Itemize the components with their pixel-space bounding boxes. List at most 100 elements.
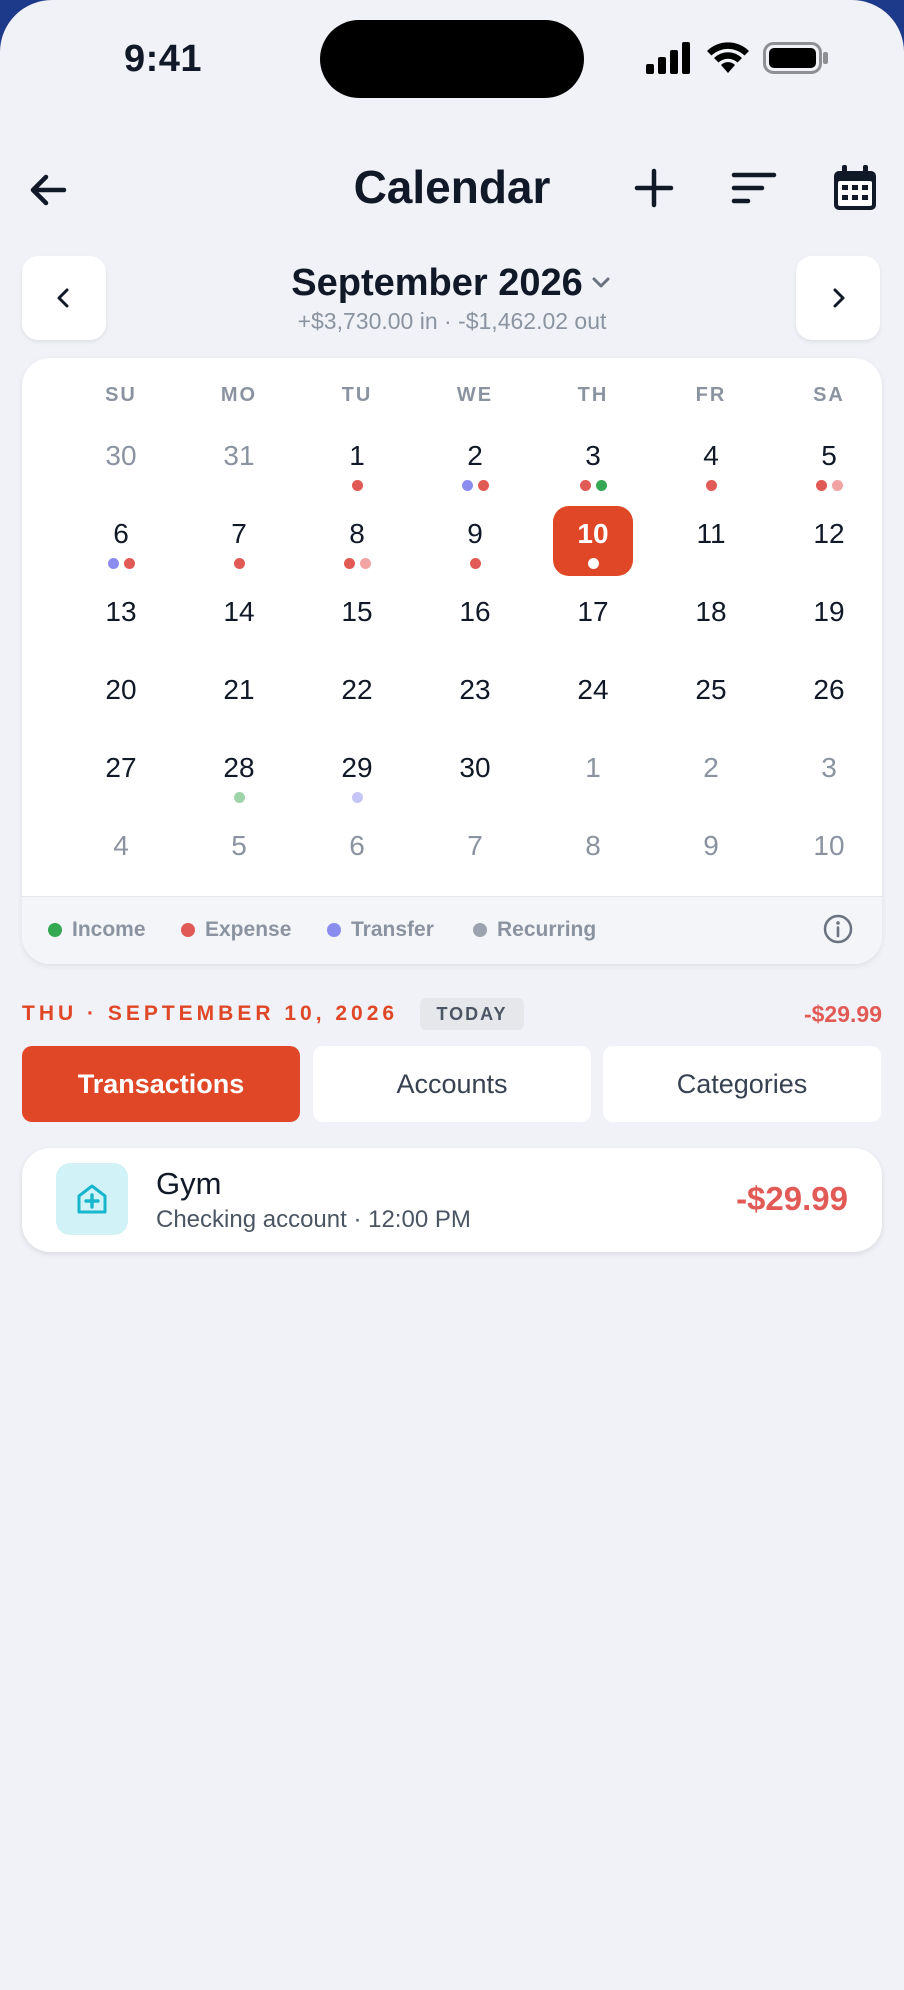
calendar-day[interactable]: 2 bbox=[652, 740, 770, 810]
calendar-grid: SU MO TU WE TH FR SA 30 31 1 2 3 4 5 6 7 8 9 10 11 12 13 14 15… bbox=[22, 358, 882, 964]
day-number: 28 bbox=[223, 752, 255, 783]
calendar-day[interactable]: 30 bbox=[62, 428, 180, 498]
next-month-button[interactable] bbox=[796, 256, 880, 340]
calendar-day[interactable]: 26 bbox=[770, 662, 882, 732]
day-number: 7 bbox=[231, 518, 247, 549]
status-bar: 9:41 bbox=[0, 0, 904, 120]
expense-indicator-dot bbox=[469, 558, 481, 569]
expense-indicator-dot bbox=[343, 558, 355, 569]
day-indicators bbox=[298, 558, 416, 570]
calendar-day[interactable]: 6 bbox=[298, 818, 416, 888]
calendar-day[interactable]: 31 bbox=[180, 428, 298, 498]
day-number: 9 bbox=[703, 830, 719, 861]
day-number: 9 bbox=[467, 518, 483, 549]
weekday-label: SA bbox=[813, 384, 845, 406]
day-number: 18 bbox=[695, 596, 727, 627]
weekday-label: TH bbox=[577, 384, 609, 406]
transfer-light-indicator-dot bbox=[351, 792, 363, 803]
day-number: 20 bbox=[105, 674, 137, 705]
calendar-view-icon[interactable] bbox=[832, 164, 878, 212]
day-number: 16 bbox=[459, 596, 491, 627]
day-number: 4 bbox=[703, 440, 719, 471]
calendar-day[interactable]: 8 bbox=[534, 818, 652, 888]
calendar-day[interactable]: 19 bbox=[770, 584, 882, 654]
today-badge: TODAY bbox=[420, 998, 524, 1030]
transaction-amount: -$29.99 bbox=[736, 1180, 848, 1217]
calendar-day[interactable]: 17 bbox=[534, 584, 652, 654]
calendar-day[interactable]: 10 bbox=[770, 818, 882, 888]
sort-icon[interactable] bbox=[730, 166, 778, 210]
calendar-day[interactable]: 25 bbox=[652, 662, 770, 732]
expense-light-indicator-dot bbox=[831, 480, 843, 491]
weekday-label: MO bbox=[220, 384, 258, 406]
day-number: 17 bbox=[577, 596, 609, 627]
day-number: 15 bbox=[341, 596, 373, 627]
info-icon[interactable] bbox=[822, 913, 854, 945]
transaction-name: Gym bbox=[156, 1166, 222, 1201]
calendar-day[interactable]: 30 bbox=[416, 740, 534, 810]
calendar-day[interactable]: 28 bbox=[180, 740, 298, 810]
add-icon[interactable] bbox=[632, 166, 676, 210]
calendar-day[interactable]: 3 bbox=[770, 740, 882, 810]
calendar-day[interactable]: 21 bbox=[180, 662, 298, 732]
calendar-day[interactable]: 5 bbox=[180, 818, 298, 888]
calendar-day[interactable]: 4 bbox=[62, 818, 180, 888]
calendar-day[interactable]: 7 bbox=[180, 506, 298, 576]
expense-indicator-dot bbox=[705, 480, 717, 491]
transaction-row[interactable]: Gym Checking account · 12:00 PM -$29.99 bbox=[22, 1148, 882, 1252]
recurring-dot-icon bbox=[473, 923, 487, 937]
calendar-day[interactable]: 4 bbox=[652, 428, 770, 498]
calendar-day[interactable]: 1 bbox=[298, 428, 416, 498]
day-number: 3 bbox=[821, 752, 837, 783]
calendar-day[interactable]: 2 bbox=[416, 428, 534, 498]
calendar-day[interactable]: 29 bbox=[298, 740, 416, 810]
day-number: 2 bbox=[467, 440, 483, 471]
day-number: 27 bbox=[105, 752, 137, 783]
status-time: 9:41 bbox=[124, 38, 203, 80]
calendar-day[interactable]: 7 bbox=[416, 818, 534, 888]
calendar-day[interactable]: 22 bbox=[298, 662, 416, 732]
calendar-day[interactable]: 18 bbox=[652, 584, 770, 654]
tab-accounts[interactable]: Accounts bbox=[313, 1046, 591, 1122]
calendar-day[interactable]: 5 bbox=[770, 428, 882, 498]
day-number: 7 bbox=[467, 830, 483, 861]
income-indicator-dot bbox=[595, 480, 607, 491]
expense-indicator-dot bbox=[123, 558, 135, 569]
calendar-day[interactable]: 16 bbox=[416, 584, 534, 654]
calendar-day[interactable]: 13 bbox=[62, 584, 180, 654]
calendar-day[interactable]: 6 bbox=[62, 506, 180, 576]
tab-categories[interactable]: Categories bbox=[603, 1046, 881, 1122]
calendar-day[interactable]: 8 bbox=[298, 506, 416, 576]
day-number: 2 bbox=[703, 752, 719, 783]
calendar-day-today[interactable]: 10 bbox=[534, 506, 652, 576]
white-indicator-dot bbox=[587, 558, 599, 569]
calendar-day[interactable]: 27 bbox=[62, 740, 180, 810]
expense-indicator-dot bbox=[815, 480, 827, 491]
calendar-day[interactable]: 1 bbox=[534, 740, 652, 810]
month-selector[interactable]: September 2026 bbox=[0, 262, 904, 305]
day-total: -$29.99 bbox=[803, 1001, 882, 1027]
day-number: 8 bbox=[585, 830, 601, 861]
calendar-day[interactable]: 20 bbox=[62, 662, 180, 732]
day-indicators bbox=[416, 558, 534, 570]
day-indicators bbox=[416, 480, 534, 492]
calendar-day[interactable]: 11 bbox=[652, 506, 770, 576]
tab-transactions[interactable]: Transactions bbox=[22, 1046, 300, 1122]
legend-expense: Expense bbox=[181, 918, 291, 942]
calendar-day[interactable]: 14 bbox=[180, 584, 298, 654]
calendar-day[interactable]: 24 bbox=[534, 662, 652, 732]
day-indicators bbox=[180, 792, 298, 804]
calendar-day[interactable]: 9 bbox=[652, 818, 770, 888]
transaction-icon-tile bbox=[56, 1163, 128, 1235]
expense-indicator-dot bbox=[233, 558, 245, 569]
calendar-day[interactable]: 9 bbox=[416, 506, 534, 576]
day-number: 1 bbox=[349, 440, 365, 471]
calendar-day[interactable]: 23 bbox=[416, 662, 534, 732]
calendar-day[interactable]: 15 bbox=[298, 584, 416, 654]
expense-dot-icon bbox=[181, 923, 195, 937]
calendar-day[interactable]: 12 bbox=[770, 506, 882, 576]
day-indicators bbox=[534, 558, 652, 570]
day-number: 25 bbox=[695, 674, 727, 705]
calendar-day[interactable]: 3 bbox=[534, 428, 652, 498]
transaction-detail: Checking account · 12:00 PM bbox=[156, 1206, 471, 1233]
